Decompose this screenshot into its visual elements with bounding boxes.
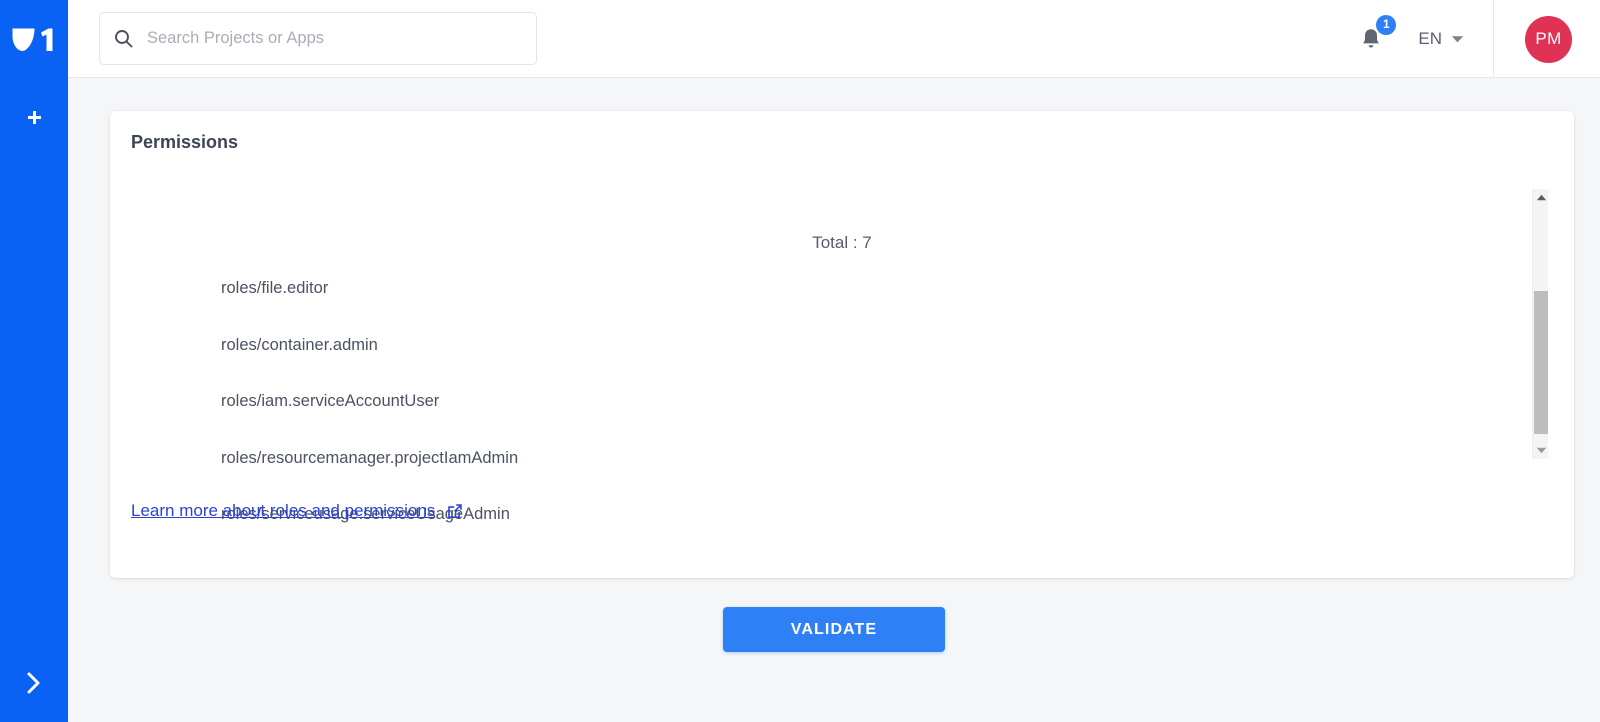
search-box[interactable] xyxy=(99,12,537,65)
app-logo[interactable] xyxy=(0,0,68,78)
language-selector[interactable]: EN xyxy=(1418,29,1464,49)
permissions-total: Total : 7 xyxy=(812,233,872,252)
notifications-button[interactable]: 1 xyxy=(1354,15,1397,56)
search-input[interactable] xyxy=(145,28,522,49)
permissions-list-viewport: roles/file.editor roles/container.admin ro… xyxy=(110,260,1574,530)
main-content: Permissions Total : 7 roles/file.editor r… xyxy=(68,78,1600,722)
permission-list-item: roles/iam.serviceAccountUser xyxy=(221,392,440,410)
header-divider xyxy=(1493,0,1494,78)
onepoint-logo-icon xyxy=(12,28,53,51)
chevron-down-icon xyxy=(1451,35,1464,44)
permissions-list: roles/file.editor roles/container.admin ro… xyxy=(110,260,518,530)
page-title: Permissions xyxy=(131,132,239,152)
validate-button[interactable]: VALIDATE xyxy=(723,607,945,652)
header-actions: 1 EN PM xyxy=(1354,0,1600,78)
chevron-right-icon xyxy=(27,672,40,694)
language-selected-label: EN xyxy=(1418,29,1442,48)
permission-list-item: roles/file.editor xyxy=(221,279,329,297)
scroll-up-arrow-icon[interactable] xyxy=(1533,189,1549,206)
learn-more-link[interactable]: Learn more about roles and permissions xyxy=(131,501,463,521)
primary-sidebar xyxy=(0,0,68,722)
permission-list-item: roles/container.admin xyxy=(221,335,378,354)
permissions-list-scrollbar[interactable] xyxy=(1532,189,1548,459)
external-link-icon xyxy=(447,503,463,519)
notification-badge: 1 xyxy=(1376,15,1397,35)
avatar-initials: PM xyxy=(1535,29,1562,48)
avatar[interactable]: PM xyxy=(1525,15,1572,63)
scrollbar-thumb[interactable] xyxy=(1534,291,1548,434)
sidebar-add-button[interactable] xyxy=(20,104,48,132)
app-root: 1 EN PM Permissions Total : 7 roles xyxy=(0,0,1600,722)
learn-more-label: Learn more about roles and permissions xyxy=(131,501,436,520)
scroll-down-arrow-icon[interactable] xyxy=(1533,442,1549,459)
top-header: 1 EN PM xyxy=(68,0,1600,78)
validate-button-wrapper: VALIDATE xyxy=(68,607,1600,652)
search-icon xyxy=(114,29,133,48)
sidebar-expand-button[interactable] xyxy=(17,666,51,700)
permission-list-item: roles/resourcemanager.projectIamAdmin xyxy=(221,448,519,467)
permissions-card: Permissions Total : 7 roles/file.editor r… xyxy=(110,111,1574,578)
plus-icon xyxy=(27,110,41,124)
